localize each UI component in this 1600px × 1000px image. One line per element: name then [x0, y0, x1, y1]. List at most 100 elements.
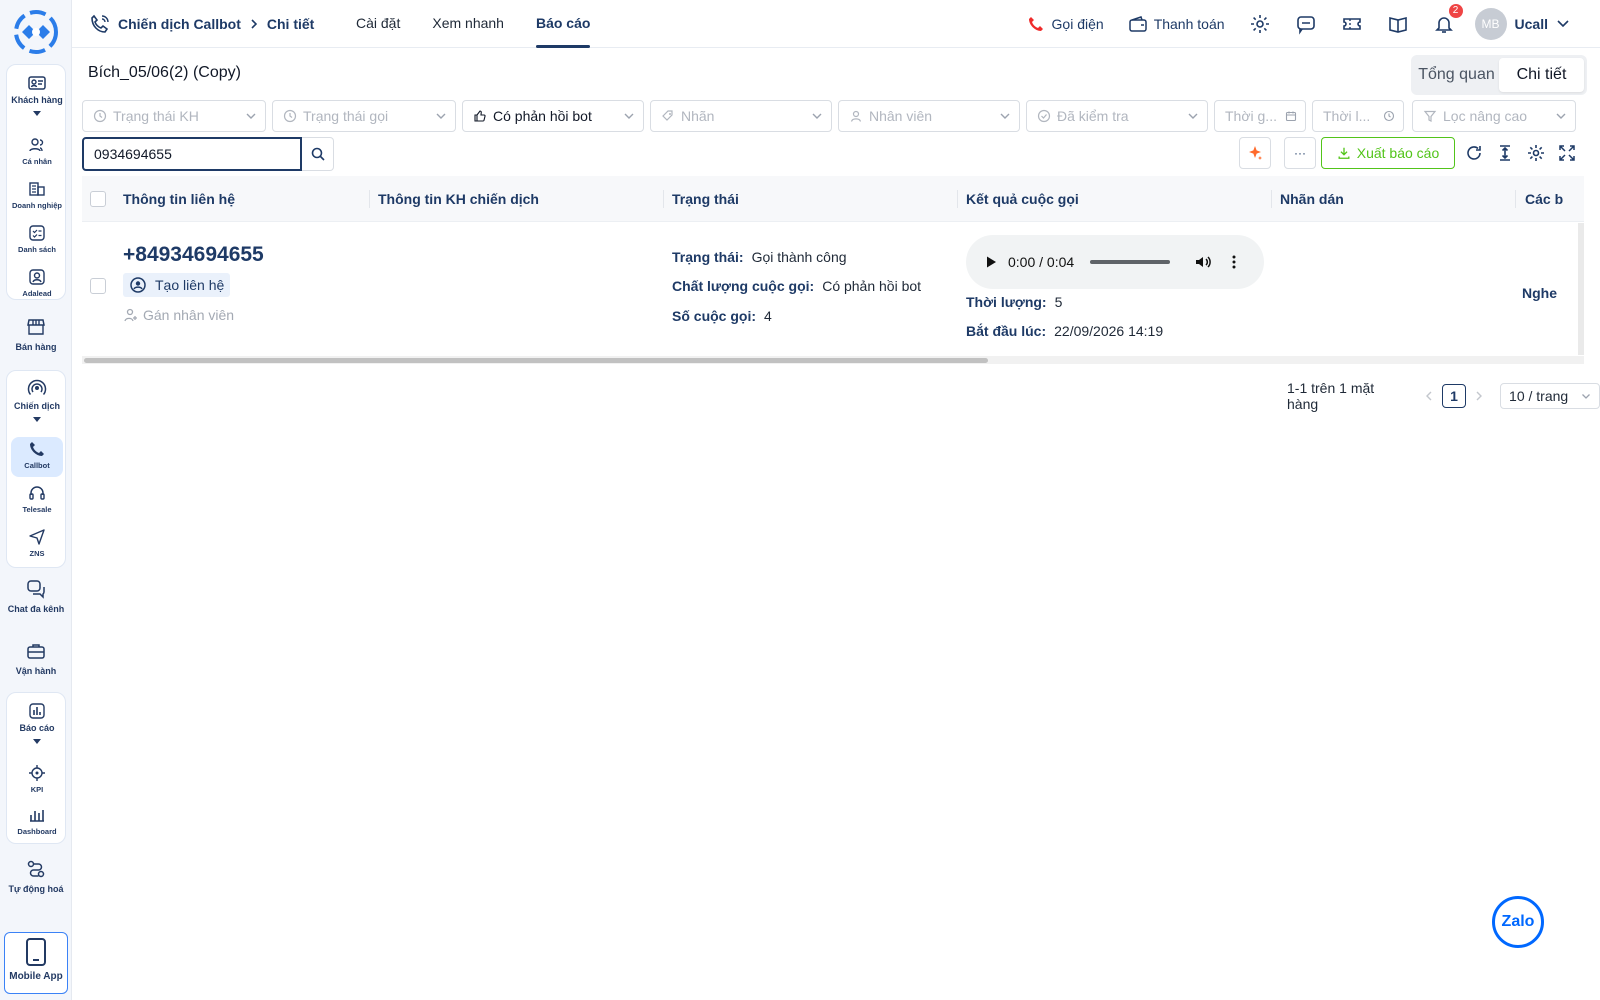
horizontal-scrollbar-thumb[interactable]	[84, 358, 988, 363]
sidebar-item-reports[interactable]: Báo cáo	[7, 699, 67, 757]
app-logo[interactable]	[12, 8, 60, 56]
filter-call-status-placeholder: Trạng thái gọi	[303, 108, 389, 124]
sidebar-label-operations: Vận hành	[15, 666, 57, 676]
tab-settings[interactable]: Cài đặt	[340, 0, 416, 48]
volume-icon[interactable]	[1194, 253, 1212, 271]
select-all-checkbox[interactable]	[90, 191, 106, 207]
filter-staff[interactable]: Nhân viên	[838, 100, 1020, 132]
sidebar: Khách hàng Cá nhân Doanh nghiệp Danh sác…	[0, 0, 72, 1000]
filter-advanced[interactable]: Lọc nâng cao	[1412, 100, 1576, 132]
sidebar-item-list[interactable]: Danh sách	[7, 221, 67, 265]
horizontal-scrollbar[interactable]	[82, 356, 1584, 364]
sidebar-item-campaign[interactable]: Chiến dịch	[7, 377, 67, 435]
fullscreen-icon[interactable]	[1557, 143, 1577, 163]
tab-report[interactable]: Báo cáo	[520, 0, 606, 48]
call-recording-player[interactable]: 0:00 / 0:04	[966, 235, 1264, 289]
column-steps[interactable]: Các b	[1525, 176, 1563, 222]
sidebar-label-callbot: Callbot	[24, 461, 50, 470]
assign-staff-button[interactable]: Gán nhân viên	[123, 307, 234, 323]
notifications[interactable]: 2	[1433, 4, 1463, 35]
column-height-icon[interactable]	[1495, 143, 1515, 163]
column-divider	[369, 190, 370, 208]
filter-bot-response[interactable]: Có phản hồi bot	[462, 100, 644, 132]
sidebar-item-zns[interactable]: ZNS	[7, 525, 67, 569]
ticket-icon[interactable]	[1341, 13, 1363, 35]
sidebar-item-business[interactable]: Doanh nghiệp	[7, 177, 67, 221]
create-contact-button[interactable]: Tạo liên hệ	[123, 273, 231, 297]
export-report-button[interactable]: Xuất báo cáo	[1321, 137, 1455, 169]
chevron-right-icon[interactable]	[1473, 390, 1485, 402]
breadcrumb-current: Chi tiết	[266, 16, 315, 32]
page-size-select[interactable]: 10 / trang	[1500, 383, 1600, 409]
sidebar-item-adalead[interactable]: Adalead	[7, 265, 67, 309]
sidebar-group-reports: Báo cáo KPI Dashboard	[6, 692, 66, 844]
filter-time-start[interactable]: Thời g...	[1214, 100, 1306, 132]
sidebar-item-callbot[interactable]: Callbot	[11, 437, 63, 477]
page-1-button[interactable]: 1	[1442, 384, 1467, 408]
user-name[interactable]: Ucall	[1515, 16, 1548, 32]
clock-icon	[93, 109, 107, 123]
filter-customer-status[interactable]: Trạng thái KH	[82, 100, 266, 132]
settings-gear-icon[interactable]	[1249, 13, 1271, 35]
sidebar-item-operations[interactable]: Vận hành	[6, 634, 66, 690]
chevron-down-icon	[246, 113, 256, 119]
sidebar-item-omnichat[interactable]: Chat đa kênh	[6, 572, 66, 628]
filter-checked-placeholder: Đã kiểm tra	[1057, 108, 1129, 124]
add-contact-icon	[130, 277, 146, 293]
sidebar-item-mobile-app[interactable]: Mobile App	[4, 932, 68, 994]
payment-button[interactable]: Thanh toán	[1128, 14, 1225, 34]
sidebar-label-customers: Khách hàng	[11, 95, 63, 105]
sidebar-item-automation[interactable]: Tự động hoá	[6, 852, 66, 908]
view-overview[interactable]: Tổng quan	[1414, 58, 1499, 92]
message-icon[interactable]	[1295, 13, 1317, 35]
column-contact-info[interactable]: Thông tin liên hệ	[123, 176, 235, 222]
tab-quick-view[interactable]: Xem nhanh	[416, 0, 520, 48]
call-duration-key: Thời lượng:	[966, 294, 1047, 310]
book-open-icon[interactable]	[1387, 13, 1409, 35]
steps-cell-text[interactable]: Nghe	[1522, 285, 1557, 301]
search-input[interactable]	[82, 137, 302, 171]
more-actions-button[interactable]: ···	[1284, 137, 1316, 169]
send-icon	[29, 529, 45, 545]
chevron-down-icon	[812, 113, 822, 119]
column-call-result[interactable]: Kết quả cuộc gọi	[966, 176, 1079, 222]
filter-label[interactable]: Nhãn	[650, 100, 832, 132]
filter-checked[interactable]: Đã kiểm tra	[1026, 100, 1208, 132]
audio-progress-track[interactable]	[1090, 260, 1171, 264]
filter-call-status[interactable]: Trạng thái gọi	[272, 100, 456, 132]
more-vertical-icon[interactable]	[1226, 254, 1242, 270]
call-button[interactable]: Gọi điện	[1026, 14, 1104, 34]
refresh-icon[interactable]	[1464, 143, 1484, 163]
chevron-down-icon[interactable]	[1556, 17, 1570, 31]
zalo-chat-button[interactable]: Zalo	[1492, 896, 1544, 948]
play-icon[interactable]	[984, 255, 998, 269]
call-duration: Thời lượng: 5	[966, 294, 1062, 310]
call-quality-key: Chất lượng cuộc gọi:	[672, 278, 815, 294]
search-button[interactable]	[302, 137, 334, 171]
filter-duration[interactable]: Thời l...	[1312, 100, 1404, 132]
sidebar-item-sales[interactable]: Bán hàng	[6, 310, 66, 366]
chevron-left-icon[interactable]	[1423, 390, 1435, 402]
sidebar-label-mobile-app: Mobile App	[9, 971, 63, 982]
sidebar-item-customers[interactable]: Khách hàng	[7, 71, 67, 125]
column-status[interactable]: Trạng thái	[672, 176, 739, 222]
column-campaign-customer-info[interactable]: Thông tin KH chiến dịch	[378, 176, 539, 222]
view-detail[interactable]: Chi tiết	[1499, 58, 1584, 92]
settings-gear-icon[interactable]	[1526, 143, 1546, 163]
sidebar-item-dashboard[interactable]: Dashboard	[7, 803, 67, 847]
building-icon	[29, 182, 45, 196]
sidebar-item-kpi[interactable]: KPI	[7, 761, 67, 805]
contact-phone[interactable]: +84934694655	[123, 243, 264, 267]
row-checkbox[interactable]	[90, 278, 106, 294]
phone-ringing-icon	[91, 14, 109, 33]
sidebar-item-individual[interactable]: Cá nhân	[7, 133, 67, 177]
chevron-down-icon	[1188, 113, 1198, 119]
chevron-down-icon	[1582, 394, 1590, 399]
avatar[interactable]: MB	[1474, 8, 1507, 40]
sidebar-label-adalead: Adalead	[22, 289, 52, 298]
ai-sparkle-button[interactable]	[1239, 137, 1271, 169]
vertical-scrollbar[interactable]	[1578, 223, 1584, 355]
column-tags[interactable]: Nhãn dán	[1280, 176, 1344, 222]
breadcrumb-parent[interactable]: Chiến dịch Callbot	[118, 16, 241, 32]
sidebar-item-telesale[interactable]: Telesale	[7, 481, 67, 525]
